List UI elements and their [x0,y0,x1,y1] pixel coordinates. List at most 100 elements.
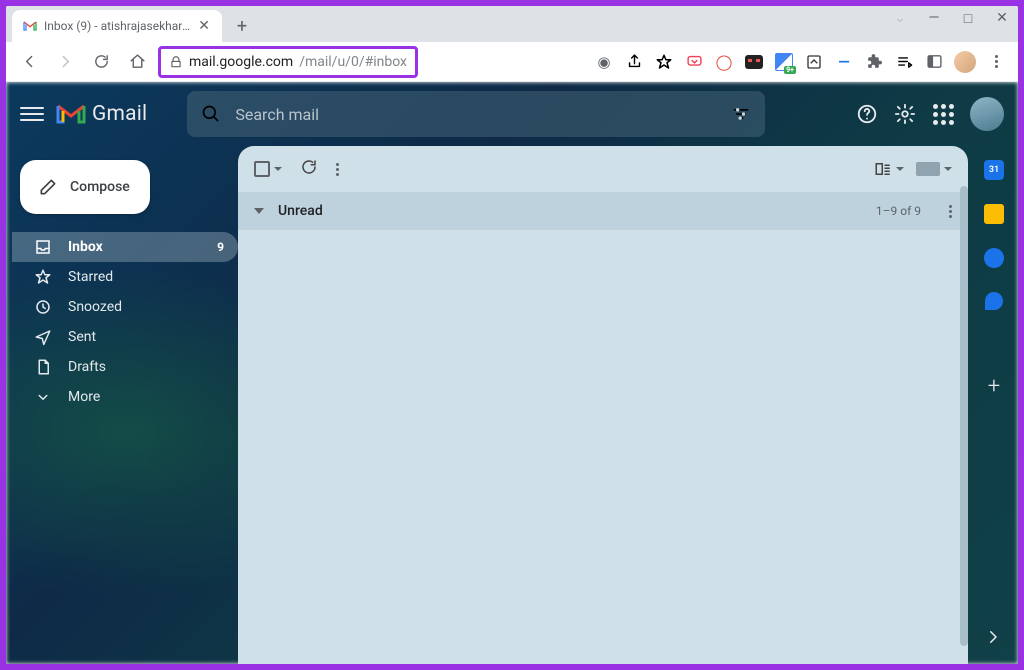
sidebar-label: Inbox [68,239,103,255]
sidebar-nav: Inbox 9 Starred Snoozed [12,232,238,412]
url-path: /mail/u/0/#inbox [299,54,407,70]
extension-row: ◉ ◯ 9+ — [594,51,1010,73]
collapse-icon [254,208,264,214]
lock-icon [169,55,183,69]
browser-tab[interactable]: Inbox (9) - atishrajasekharan@g ✕ [12,10,222,42]
gmail-body: Compose Inbox 9 Starred [6,146,1018,664]
search-options-icon[interactable] [731,104,751,124]
mail-toolbar [238,146,968,192]
google-apps-icon[interactable] [932,103,954,125]
gmail-logo-icon [56,102,86,126]
sent-icon [34,328,52,346]
mail-pane: Unread 1–9 of 9 [238,146,968,664]
sidebar-label: Drafts [68,359,106,375]
unread-range: 1–9 of 9 [876,204,921,218]
more-actions-icon[interactable] [336,163,339,176]
opera-extension-icon[interactable]: ◯ [714,52,734,72]
window-dropdown-icon[interactable]: ⌄ [890,10,910,27]
share-icon[interactable] [624,52,644,72]
split-icon [874,160,892,178]
sidebar-label: Sent [68,329,96,345]
sidebar-label: Snoozed [68,299,122,315]
gmail-app: Gmail Compose [6,82,1018,664]
underscore-extension-icon[interactable]: — [834,53,854,73]
input-tools-toggle[interactable] [916,162,952,176]
window-minimize-icon[interactable]: — [924,10,944,27]
chrome-menu-icon[interactable] [986,52,1006,72]
sidebar-item-drafts[interactable]: Drafts [12,352,238,382]
side-panel: + [970,146,1018,664]
sidepanel-icon[interactable] [924,52,944,72]
window-maximize-icon[interactable]: □ [958,10,978,27]
add-addon-icon[interactable]: + [988,374,1000,399]
search-icon [201,104,221,124]
clock-icon [34,298,52,316]
compose-label: Compose [70,179,130,195]
sidebar-item-snoozed[interactable]: Snoozed [12,292,238,322]
sidebar-item-starred[interactable]: Starred [12,262,238,292]
settings-gear-icon[interactable] [894,103,916,125]
header-right [856,97,1004,131]
caret-down-icon [944,167,952,171]
compose-button[interactable]: Compose [20,160,150,214]
search-input[interactable] [235,105,717,124]
scrollbar[interactable] [960,186,968,646]
gmail-favicon [22,18,38,34]
translate-extension-icon[interactable]: 9+ [774,52,794,72]
refresh-button[interactable] [300,158,318,180]
sidebar-label: More [68,389,100,405]
extensions-puzzle-icon[interactable] [864,52,884,72]
home-button[interactable] [122,47,152,77]
gmail-logo-text: Gmail [92,102,147,126]
unread-label: Unread [278,203,323,219]
tab-close-icon[interactable]: ✕ [196,16,212,36]
playlist-extension-icon[interactable] [894,52,914,72]
eye-icon[interactable]: ◉ [594,52,614,72]
sidebar-item-more[interactable]: More [12,382,238,412]
caret-down-icon [274,167,282,171]
tasks-app-icon[interactable] [984,248,1004,268]
main-menu-icon[interactable] [20,102,44,126]
browser-window: Inbox (9) - atishrajasekharan@g ✕ + ⌄ — … [6,6,1018,664]
chevron-down-icon [34,388,52,406]
sidebar-item-inbox[interactable]: Inbox 9 [12,232,238,262]
sidebar-label: Starred [68,269,113,285]
sidebar-item-sent[interactable]: Sent [12,322,238,352]
help-icon[interactable] [856,103,878,125]
caret-down-icon [896,167,904,171]
tab-title: Inbox (9) - atishrajasekharan@g [44,19,190,33]
chrome-profile-avatar[interactable] [954,51,976,73]
forward-button[interactable] [50,47,80,77]
file-icon [34,358,52,376]
split-pane-toggle[interactable] [874,160,904,178]
reload-button[interactable] [86,47,116,77]
tab-strip: Inbox (9) - atishrajasekharan@g ✕ + ⌄ — … [6,6,1018,42]
inbox-icon [34,238,52,256]
window-controls: ⌄ — □ ✕ [890,10,1012,27]
new-tab-button[interactable]: + [228,12,256,40]
checkbox-icon [254,161,270,177]
select-all-checkbox[interactable] [254,161,282,177]
pencil-icon [38,177,58,197]
window-close-icon[interactable]: ✕ [992,10,1012,27]
search-bar[interactable] [187,91,765,137]
bookmark-star-icon[interactable] [654,52,674,72]
browser-toolbar: mail.google.com/mail/u/0/#inbox ◉ ◯ 9+ — [6,42,1018,82]
keyboard-icon [916,162,940,176]
url-host: mail.google.com [189,54,293,70]
back-button[interactable] [14,47,44,77]
pocket-extension-icon[interactable] [684,52,704,72]
hide-sidepanel-icon[interactable] [984,628,1002,650]
keep-app-icon[interactable] [984,204,1004,224]
address-bar[interactable]: mail.google.com/mail/u/0/#inbox [158,46,418,78]
unread-section[interactable]: Unread 1–9 of 9 [238,192,968,230]
gmail-logo[interactable]: Gmail [56,102,147,126]
account-avatar[interactable] [970,97,1004,131]
send-extension-icon[interactable] [804,52,824,72]
inbox-count: 9 [217,240,224,254]
section-menu-icon[interactable] [949,205,952,218]
calendar-app-icon[interactable] [984,160,1004,180]
gmail-header: Gmail [6,82,1018,146]
ninja-extension-icon[interactable] [744,52,764,72]
contacts-app-icon[interactable] [985,292,1003,310]
